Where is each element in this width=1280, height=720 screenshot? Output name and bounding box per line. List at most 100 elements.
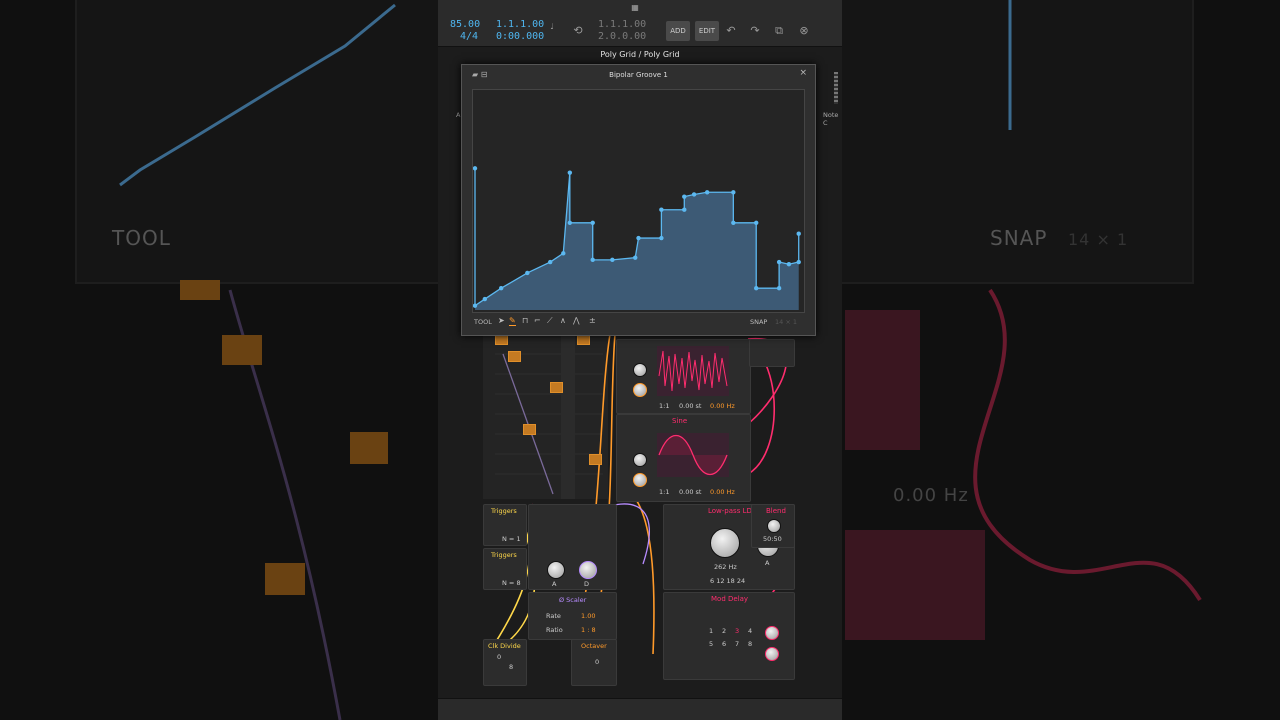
curve-point[interactable] (776, 286, 782, 291)
curve-point[interactable] (776, 259, 782, 265)
delay-grid-3[interactable]: 3 (735, 627, 739, 635)
time-signature[interactable]: 4/4 (460, 31, 478, 42)
blend-module[interactable]: Blend 50:50 (751, 504, 795, 548)
tool-row: TOOL ➤ ✎ ⊓ ⌐ ⟋ ∧ ⋀ ± SNAP 14 × 1 (472, 316, 803, 328)
delay-grid-8[interactable]: 8 (748, 640, 752, 648)
curve-point[interactable] (525, 270, 530, 276)
curve-point[interactable] (561, 251, 566, 256)
sine-waveform (658, 435, 728, 475)
triggers-module-1[interactable]: Triggers N = 1 (483, 504, 527, 546)
delay-grid-1[interactable]: 1 (709, 627, 713, 635)
osc-knob[interactable] (633, 363, 647, 377)
curve-point[interactable] (472, 166, 478, 171)
clock-divide-module[interactable]: Clk Divide 0 8 (483, 639, 527, 686)
curve-point[interactable] (482, 296, 488, 302)
curve-point[interactable] (754, 286, 759, 291)
curve-point[interactable] (567, 220, 573, 225)
mod-delay-module[interactable]: Mod Delay 1 2 3 4 5 6 7 8 (663, 592, 795, 680)
tempo-display[interactable]: 85.00 (450, 19, 480, 30)
undo-icon[interactable]: ↶ (722, 22, 740, 40)
curve-point[interactable] (548, 259, 553, 265)
sine-oscillator-module[interactable]: Sine 1:1 0.00 st 0.00 Hz (616, 414, 751, 502)
snap-value[interactable]: 14 × 1 (775, 318, 797, 326)
curve-point[interactable] (659, 235, 664, 241)
curve-point[interactable] (472, 303, 478, 308)
delay-grid-5[interactable]: 5 (709, 640, 713, 648)
envelope-decay-knob[interactable] (579, 561, 597, 579)
ratio-value[interactable]: 1 : 8 (581, 626, 596, 634)
curve-point[interactable] (786, 262, 792, 267)
curve-point[interactable] (590, 220, 595, 225)
metronome-icon[interactable]: ♩ (546, 18, 558, 31)
curve-point[interactable] (610, 257, 615, 263)
rate-value[interactable]: 1.00 (581, 612, 595, 620)
pencil-tool-icon[interactable]: ✎ (509, 316, 516, 326)
curve-point[interactable] (498, 286, 504, 291)
delay-grid-2[interactable]: 2 (722, 627, 726, 635)
loop-start[interactable]: 1.1.1.00 (598, 19, 646, 30)
close-icon[interactable]: × (799, 68, 807, 78)
add-button[interactable]: ADD (666, 21, 690, 41)
grid-patch-area: 1:1 0.00 st 0.00 Hz Sine 1:1 0.00 st 0.0… (483, 334, 795, 694)
grid-cell[interactable] (550, 382, 563, 393)
curve-point[interactable] (636, 235, 641, 241)
curve-point[interactable] (590, 257, 595, 263)
edit-button[interactable]: EDIT (695, 21, 719, 41)
curve-point[interactable] (682, 194, 687, 199)
sine-knob[interactable] (633, 453, 647, 467)
curve-graph[interactable] (472, 89, 805, 313)
delay-grid-4[interactable]: 4 (748, 627, 752, 635)
triggers-1-count: N = 1 (502, 535, 521, 543)
oscillator-module[interactable]: 1:1 0.00 st 0.00 Hz (616, 339, 751, 414)
curve-point[interactable] (731, 190, 736, 195)
curve-point[interactable] (754, 220, 759, 225)
sine-knob-modulated[interactable] (633, 473, 647, 487)
grid-cell[interactable] (589, 454, 602, 465)
octaver-module[interactable]: Octaver 0 (571, 639, 617, 686)
curve-point[interactable] (691, 192, 697, 197)
curve-point[interactable] (796, 259, 801, 265)
side-module[interactable] (749, 339, 795, 367)
position-time[interactable]: 0:00.000 (496, 31, 544, 42)
delay-feedback-knob[interactable] (765, 626, 779, 640)
curve-point[interactable] (704, 190, 710, 195)
delay-mix-knob[interactable] (765, 647, 779, 661)
add-point-icon[interactable]: ± (589, 316, 596, 325)
loop-icon[interactable]: ⟲ (569, 22, 587, 40)
filter-cutoff-knob[interactable] (710, 528, 740, 558)
curve-point[interactable] (567, 170, 573, 175)
curve-point[interactable] (633, 255, 638, 260)
octaver-value[interactable]: 0 (595, 658, 599, 666)
position-bars[interactable]: 1.1.1.00 (496, 19, 544, 30)
curve-point[interactable] (796, 231, 801, 236)
envelope-attack-knob[interactable] (547, 561, 565, 579)
clock-divide-top: 0 (497, 653, 502, 661)
settings-icon[interactable]: ⊗ (795, 22, 813, 40)
triggers-module-2[interactable]: Triggers N = 8 (483, 548, 527, 590)
loop-length[interactable]: 2.0.0.00 (598, 31, 646, 42)
grid-cell[interactable] (523, 424, 536, 435)
osc-knob-modulated[interactable] (633, 383, 647, 397)
phase-scaler-module[interactable]: Ø Scaler Rate 1.00 Ratio 1 : 8 (528, 592, 617, 640)
delay-grid-7[interactable]: 7 (735, 640, 739, 648)
meter-icon (834, 72, 838, 104)
square-shape-icon[interactable]: ⊓ (522, 316, 528, 325)
grid-cell[interactable] (508, 351, 521, 362)
curve-point[interactable] (682, 207, 687, 212)
envelope-module[interactable]: A D (528, 504, 617, 590)
sine-frequency: 0.00 Hz (710, 488, 735, 496)
rate-label: Rate (546, 612, 561, 620)
pointer-tool-icon[interactable]: ➤ (498, 316, 505, 325)
triangle-shape-icon[interactable]: ∧ (560, 316, 566, 325)
copy-icon[interactable]: ⧉ (770, 22, 788, 40)
saw-shape-icon[interactable]: ⋀ (573, 316, 580, 325)
ramp-shape-icon[interactable]: ⟋ (547, 316, 553, 326)
pulse-shape-icon[interactable]: ⌐ (534, 316, 541, 325)
curve-point[interactable] (659, 207, 664, 212)
delay-grid-6[interactable]: 6 (722, 640, 726, 648)
redo-icon[interactable]: ↷ (746, 22, 764, 40)
background-tool-label: TOOL (112, 226, 171, 250)
curve-point[interactable] (731, 220, 736, 225)
curve-svg[interactable] (472, 90, 804, 312)
blend-knob[interactable] (767, 519, 781, 533)
